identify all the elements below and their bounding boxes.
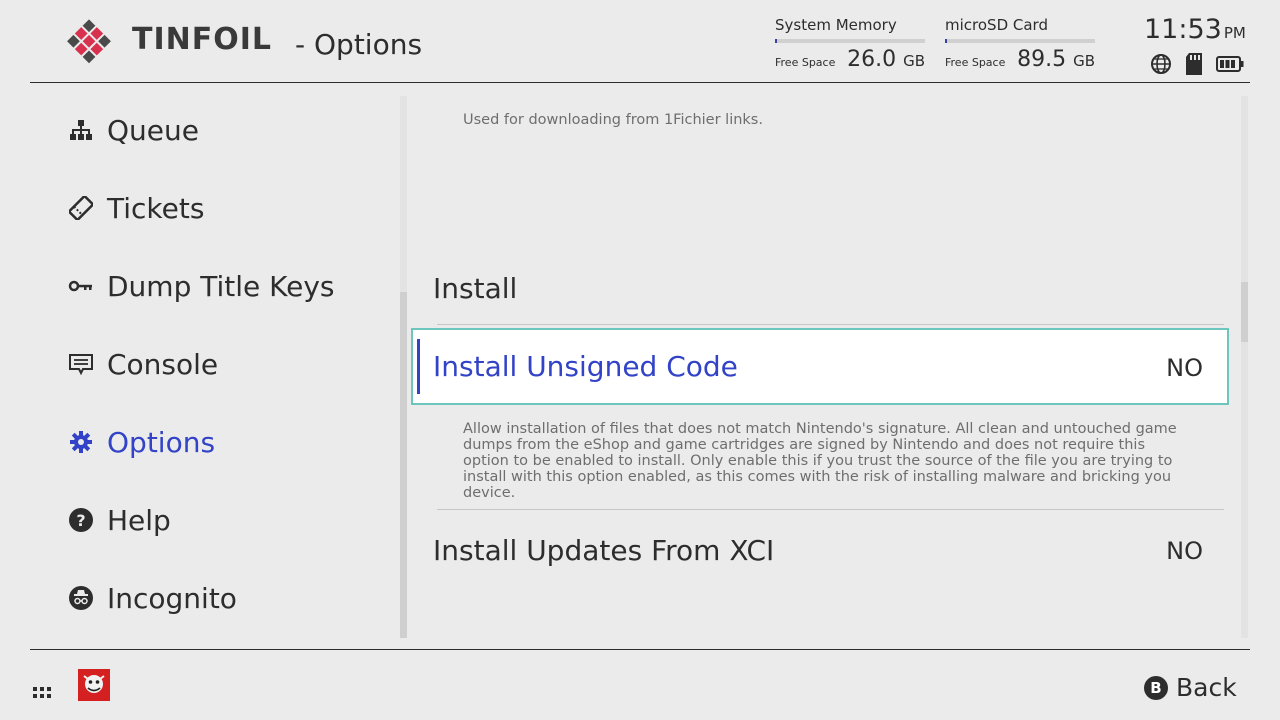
sidebar-item-queue[interactable]: Queue [68,110,199,150]
sidebar: Queue Tickets Dump Title Keys Console Op… [30,91,400,641]
ticket-icon [68,195,94,221]
svg-text:?: ? [76,511,85,530]
clock: 11:53 PM [1144,14,1246,45]
gear-icon [68,429,94,455]
option-install-updates-from-xci[interactable]: Install Updates From XCI NO [433,534,1203,567]
b-button-icon: B [1144,675,1168,700]
storage-unit: GB [903,52,925,70]
battery-icon [1216,56,1244,76]
option-name: Install Unsigned Code [433,350,738,383]
storage-label: microSD Card [945,16,1048,34]
option-value: NO [1166,354,1203,382]
sidebar-item-label: Tickets [107,191,205,225]
back-button[interactable]: B Back [1144,673,1237,702]
sitemap-icon [68,117,94,143]
storage-bar-fill [945,39,947,43]
sidebar-item-label: Dump Title Keys [107,269,335,303]
user-avatar[interactable] [78,669,110,701]
section-title-install: Install [433,272,518,305]
sidebar-item-label: Incognito [107,581,237,615]
globe-icon [1150,53,1172,79]
sidebar-item-dump-title-keys[interactable]: Dump Title Keys [68,266,335,306]
storage-value: 26.0 [847,47,897,72]
microsd-card-indicator: microSD Card Free Space 89.5 GB [945,16,1095,72]
sidebar-item-tickets[interactable]: Tickets [68,188,204,228]
apps-grid-icon[interactable] [33,684,51,703]
option-name: Install Updates From XCI [433,534,775,567]
clock-time: 11:53 [1144,14,1222,45]
option-divider [437,509,1224,510]
key-icon [68,273,94,299]
storage-unit: GB [1073,52,1095,70]
sidebar-item-label: Queue [107,113,199,147]
section-divider [437,324,1224,325]
app-name: TINFOIL [132,22,273,57]
free-space-label: Free Space [775,56,836,69]
clock-ampm: PM [1223,24,1246,42]
help-icon: ? [68,507,94,533]
tinfoil-logo-icon [62,18,116,66]
sidebar-item-incognito[interactable]: Incognito [68,578,237,618]
sidebar-item-label: Console [107,347,219,381]
header-divider [30,82,1250,83]
sidebar-scrollbar-thumb[interactable] [400,292,407,638]
sidebar-item-label: Options [107,425,216,459]
storage-bar [945,39,1095,43]
sd-card-icon [1184,52,1204,80]
footer-divider [30,649,1250,650]
system-memory-indicator: System Memory Free Space 26.0 GB [775,16,925,72]
status-icons [1150,52,1244,80]
console-icon [68,351,94,377]
option-value: NO [1166,536,1203,565]
sidebar-item-console[interactable]: Console [68,344,218,384]
main-scrollbar[interactable] [1241,96,1248,638]
storage-value: 89.5 [1017,47,1067,72]
option-description: Allow installation of files that does no… [463,421,1177,501]
sidebar-item-label: Help [107,503,171,537]
selection-accent-bar [417,339,420,394]
storage-label: System Memory [775,16,897,34]
main-scrollbar-thumb[interactable] [1241,282,1248,342]
option-description: Used for downloading from 1Fichier links… [463,112,763,128]
storage-bar-fill [775,39,777,43]
incognito-icon [68,585,94,611]
sidebar-item-options[interactable]: Options [68,422,215,462]
sidebar-scrollbar[interactable] [400,96,407,638]
free-space-label: Free Space [945,56,1006,69]
storage-bar [775,39,925,43]
page-title: - Options [295,28,423,61]
back-label: Back [1176,673,1237,702]
option-install-unsigned-code[interactable]: Install Unsigned Code NO [411,328,1229,405]
sidebar-item-help[interactable]: ? Help [68,500,171,540]
